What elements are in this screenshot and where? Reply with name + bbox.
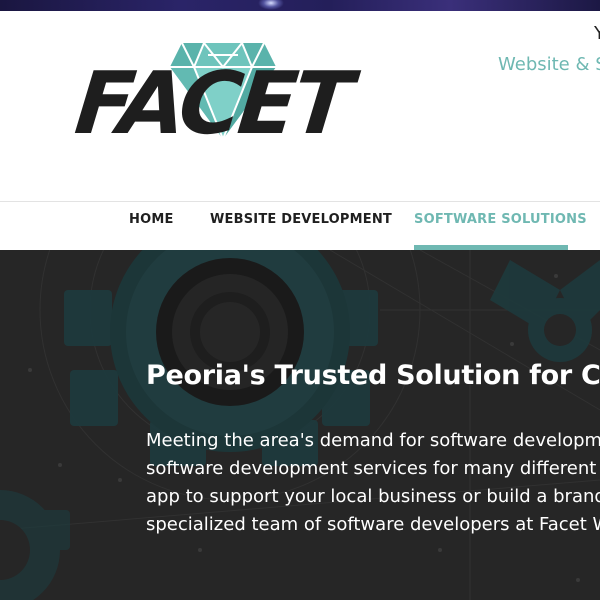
nav-item-website-development[interactable]: WEBSITE DEVELOPMENT [210,202,392,250]
site-header: FACET Y Website & Sc [0,11,600,201]
hero-title: Peoria's Trusted Solution for Cus [146,360,600,391]
strip-glow [258,0,284,10]
hero-paragraph: Meeting the area's demand for software d… [146,427,600,539]
logo-wordmark: FACET [70,54,354,154]
hero-overlay [0,250,600,600]
nav-item-home[interactable]: HOME [129,202,174,250]
hero-line: specialized team of software developers … [146,514,600,535]
header-tagline-line2: Website & Sc [498,54,600,75]
facet-logo[interactable]: FACET [71,33,353,154]
hero-line: app to support your local business or bu… [146,486,600,507]
main-navigation: HOME WEBSITE DEVELOPMENT SOFTWARE SOLUTI… [0,201,600,250]
hero-line: Meeting the area's demand for software d… [146,430,600,451]
top-decorative-strip [0,0,600,11]
hero-section: Peoria's Trusted Solution for Cus Meetin… [0,250,600,600]
hero-line: software development services for many d… [146,458,597,479]
nav-item-software-solutions[interactable]: SOFTWARE SOLUTIONS [414,202,587,250]
header-tagline-line1: Y [594,23,600,44]
